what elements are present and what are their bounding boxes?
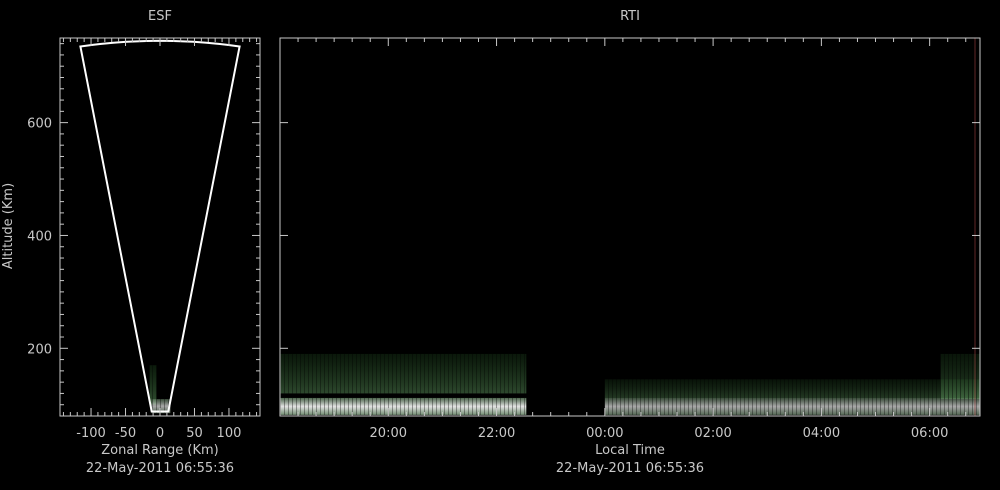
esf-echo-streaks xyxy=(149,365,157,405)
esf-echo-layer xyxy=(149,365,171,414)
rti-x-tick-label: 22:00 xyxy=(478,426,515,441)
rti-x-tick-label: 06:00 xyxy=(911,426,948,441)
rti-echo-streaks xyxy=(604,379,980,398)
esf-timestamp: 22-May-2011 06:55:36 xyxy=(86,461,234,476)
esf-title: ESF xyxy=(148,9,172,24)
rti-x-tick-label: 02:00 xyxy=(694,426,731,441)
rti-x-tick-label: 00:00 xyxy=(586,426,623,441)
esf-panel: ESF -100 -50 0 50 100 200 400 600 Zonal Range (… xyxy=(1,9,261,476)
esf-x-tick-label: 100 xyxy=(217,426,242,441)
rti-timestamp: 22-May-2011 06:55:36 xyxy=(556,461,704,476)
esf-tick-layer: -100 -50 0 50 100 200 400 600 xyxy=(27,38,260,441)
rti-echo-streaks xyxy=(940,353,980,400)
rti-echo-streaks xyxy=(280,397,527,415)
esf-x-tick-label: 0 xyxy=(156,426,164,441)
rti-x-tick-label: 04:00 xyxy=(803,426,840,441)
radar-figure: ESF -100 -50 0 50 100 200 400 600 Zonal Range (… xyxy=(1,9,981,476)
rti-panel: RTI 20:00 22:00 00:00 02:00 04:00 06:00 Local… xyxy=(279,9,981,476)
rti-echo-streaks xyxy=(280,353,527,394)
esf-beam-fan-outline xyxy=(79,39,241,413)
esf-x-tick-label: 50 xyxy=(186,426,203,441)
esf-y-tick-label: 600 xyxy=(27,117,52,132)
esf-y-axis-label: Altitude (Km) xyxy=(1,183,16,269)
esf-y-tick-label: 400 xyxy=(27,229,52,244)
esf-x-tick-label: -100 xyxy=(76,426,106,441)
esf-y-tick-label: 200 xyxy=(27,342,52,357)
rti-x-tick-label: 20:00 xyxy=(370,426,407,441)
rti-echo-streaks xyxy=(604,397,980,415)
esf-x-tick-label: -50 xyxy=(115,426,136,441)
esf-x-axis-label: Zonal Range (Km) xyxy=(101,443,218,458)
rti-echo-layer xyxy=(280,353,980,415)
rti-x-axis-label: Local Time xyxy=(595,443,665,458)
rti-title: RTI xyxy=(620,9,640,24)
